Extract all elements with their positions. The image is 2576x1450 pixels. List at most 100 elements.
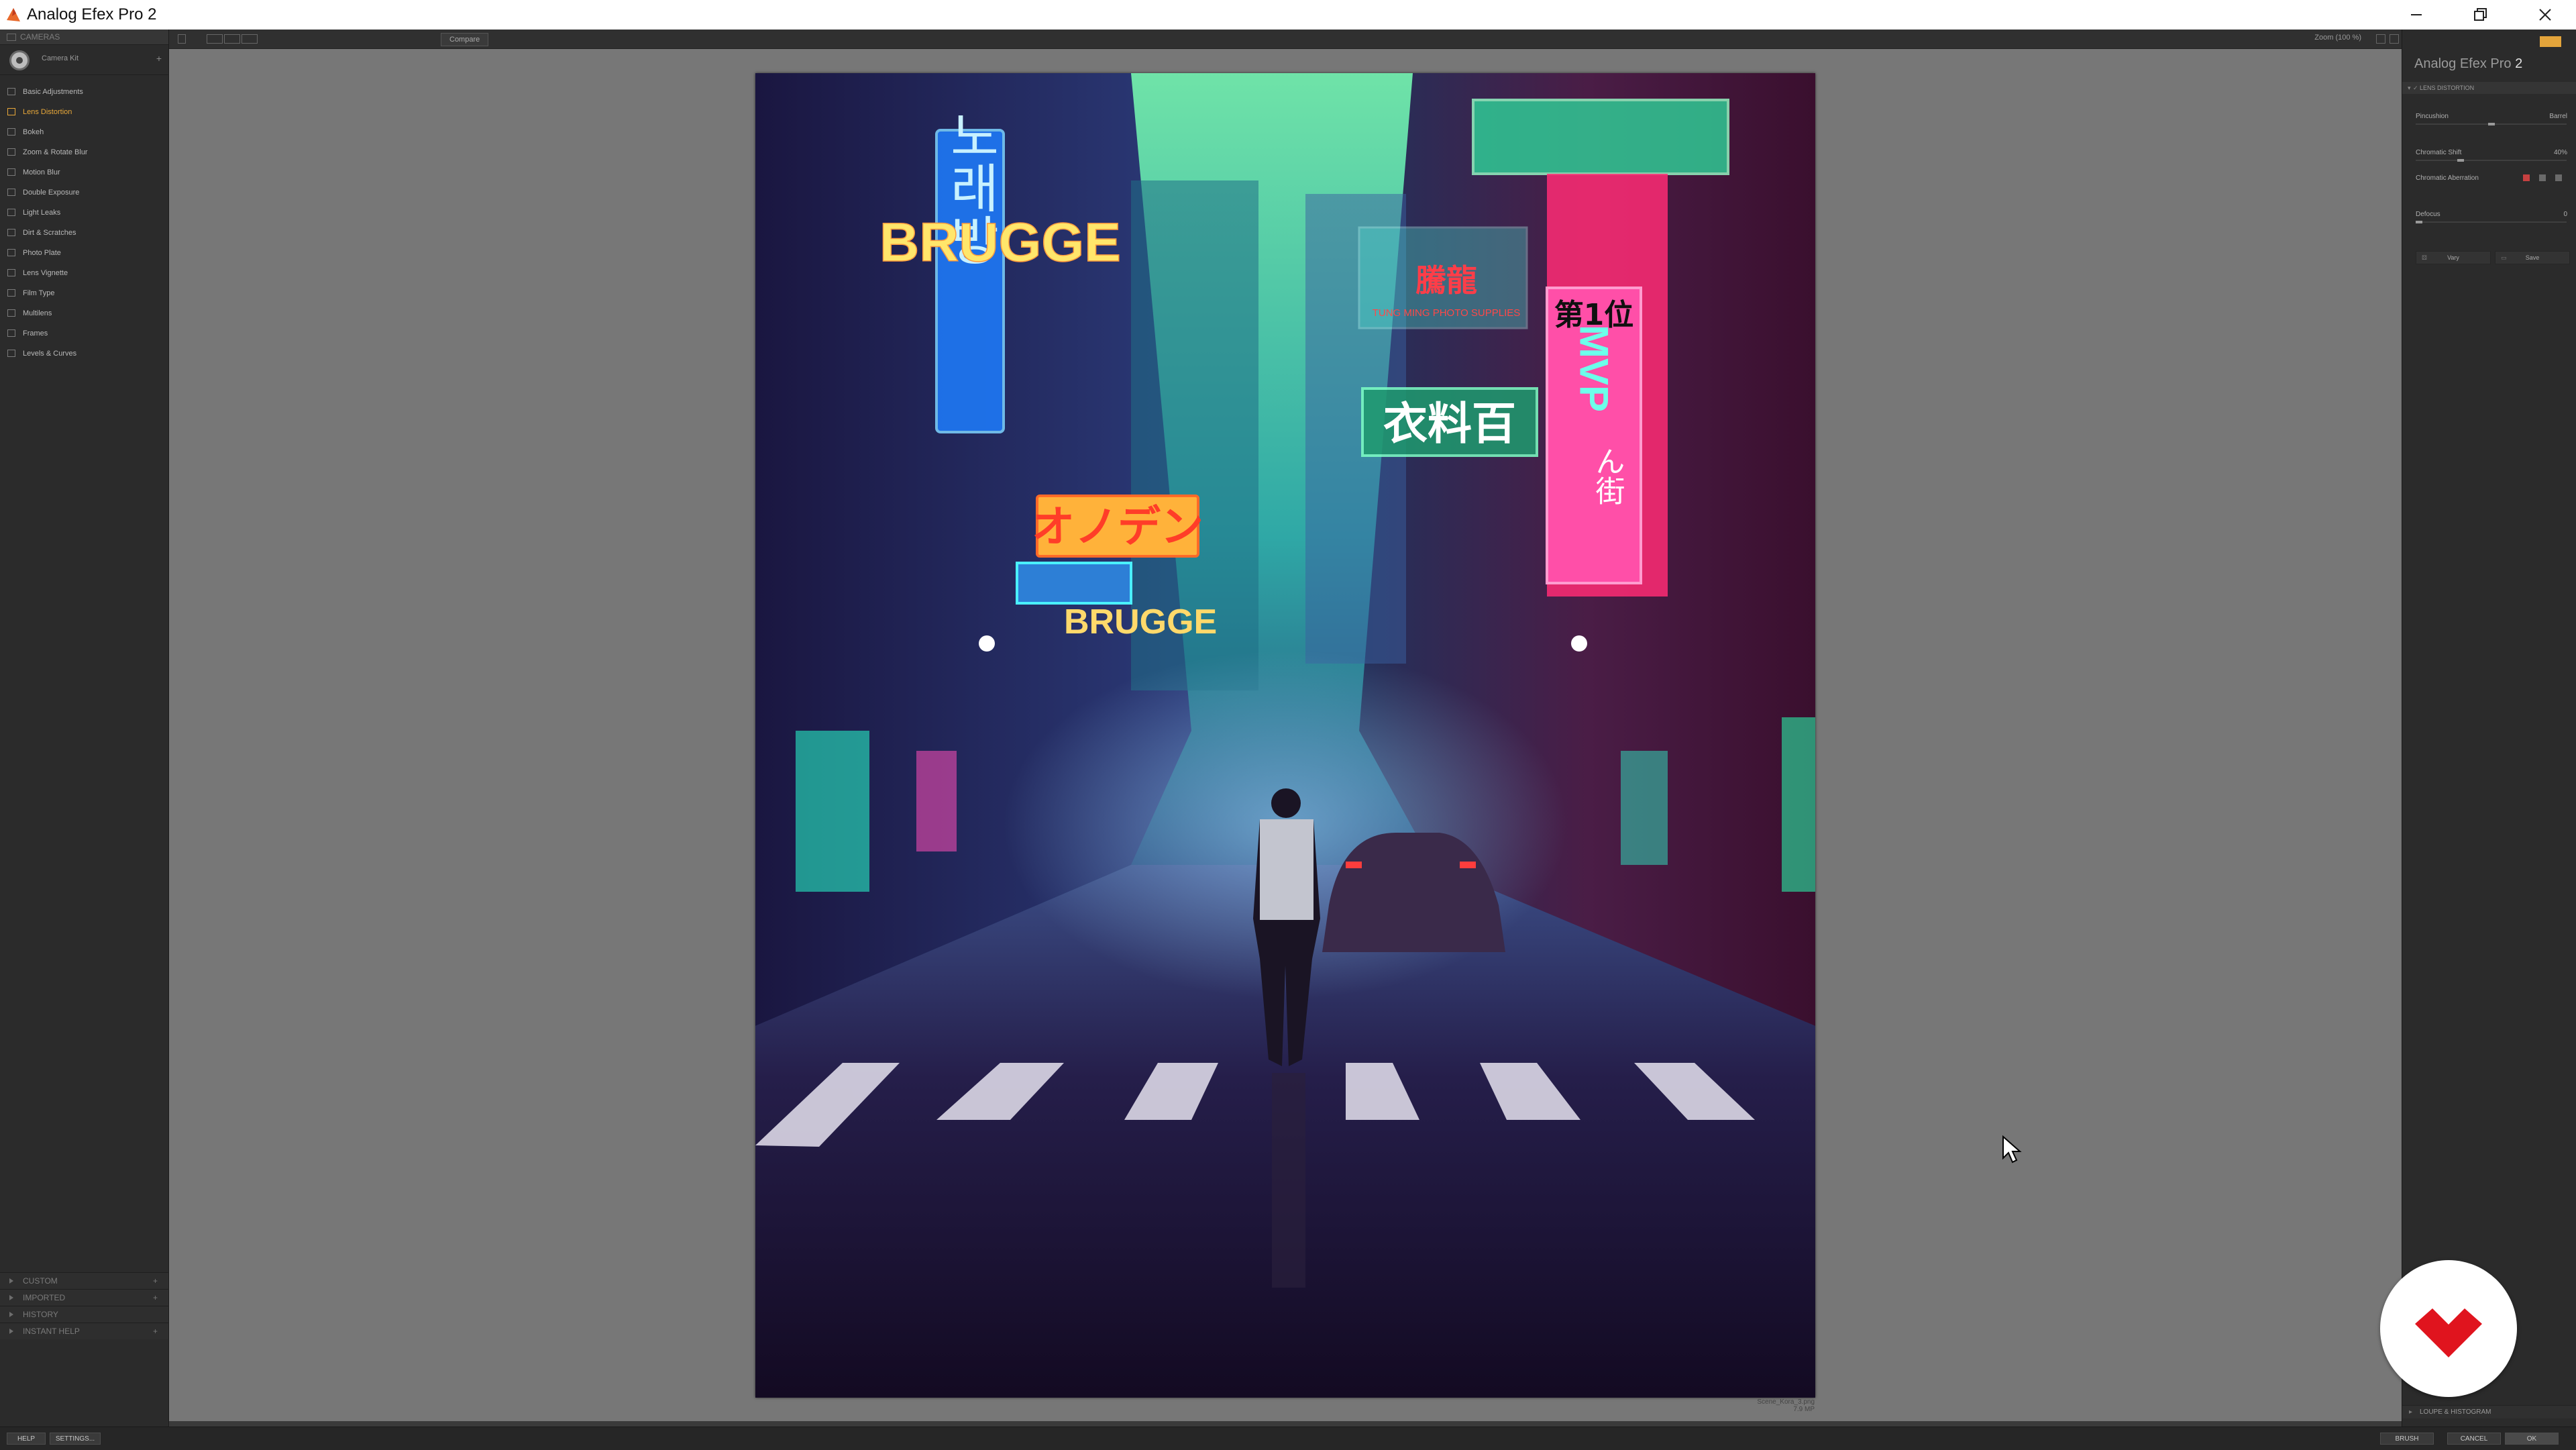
- chromatic-shift-value: 40%: [2553, 149, 2567, 156]
- distortion-slider[interactable]: [2416, 123, 2567, 125]
- save-label: Save: [2525, 254, 2540, 261]
- save-icon: ▭: [2501, 254, 2507, 261]
- aberration-green-magenta-icon[interactable]: [2539, 174, 2546, 181]
- defocus-value: 0: [2563, 211, 2567, 218]
- tool-label: Lens Vignette: [23, 269, 68, 277]
- single-view-icon[interactable]: [207, 34, 223, 44]
- cameras-icon: [7, 34, 16, 41]
- tool-item-motion-blur[interactable]: Motion Blur: [0, 162, 168, 183]
- section-collapse-icon[interactable]: ▾: [2408, 82, 2411, 94]
- panel-right-toggle-icon[interactable]: [2390, 34, 2399, 44]
- distortion-slider-handle[interactable]: [2488, 123, 2495, 125]
- tool-item-dirt-scratches[interactable]: Dirt & Scratches: [0, 223, 168, 243]
- file-name: Scene_Kora_3.png: [1757, 1398, 1815, 1406]
- minimize-icon: [2411, 14, 2422, 15]
- channel-logo-bubble: [2380, 1260, 2517, 1397]
- minimize-button[interactable]: [2385, 0, 2447, 30]
- custom-section[interactable]: CUSTOM +: [0, 1272, 168, 1289]
- instant-help-section[interactable]: INSTANT HELP +: [0, 1323, 168, 1339]
- tool-label: Lens Distortion: [23, 108, 72, 116]
- lens-distortion-section-header[interactable]: ▾ ✓ LENS DISTORTION: [2402, 82, 2576, 94]
- tool-item-lens-vignette[interactable]: Lens Vignette: [0, 263, 168, 283]
- vary-label: Vary: [2447, 254, 2459, 261]
- ok-button[interactable]: OK: [2505, 1433, 2559, 1445]
- preview-thumbnail[interactable]: [2540, 36, 2561, 47]
- tool-item-light-leaks[interactable]: Light Leaks: [0, 203, 168, 223]
- tool-icon: [7, 289, 15, 297]
- loupe-expand-icon: ▸: [2409, 1408, 2413, 1416]
- app-logo-icon: [7, 8, 20, 21]
- tool-item-levels-curves[interactable]: Levels & Curves: [0, 344, 168, 364]
- sign-mvp: MVP: [1572, 325, 1617, 412]
- mouse-cursor-icon: [2002, 1135, 2022, 1163]
- vary-button[interactable]: ⚄ Vary: [2416, 251, 2491, 264]
- tool-icon: [7, 350, 15, 357]
- file-info: Scene_Kora_3.png 7.9 MP: [1741, 1398, 1815, 1413]
- loupe-label: LOUPE & HISTOGRAM: [2420, 1408, 2491, 1416]
- vary-icon: ⚄: [2422, 254, 2427, 261]
- tool-label: Double Exposure: [23, 189, 80, 197]
- add-custom-icon[interactable]: +: [153, 1273, 158, 1289]
- imported-section[interactable]: IMPORTED +: [0, 1289, 168, 1306]
- chromatic-shift-label: Chromatic Shift: [2416, 149, 2462, 156]
- section-enable-checkbox[interactable]: ✓: [2413, 82, 2418, 94]
- cameras-header[interactable]: CAMERAS: [0, 30, 168, 45]
- expand-icon: [9, 1312, 13, 1317]
- help-toggle-icon[interactable]: +: [153, 1323, 158, 1339]
- preview-image[interactable]: 노래방 BRUGGE オノデン BRUGGE 第1位 MVP ん街 衣料百 騰龍…: [755, 73, 1815, 1398]
- left-panel: CAMERAS Camera Kit + Basic Adjustments Le…: [0, 30, 169, 1427]
- tool-label: Basic Adjustments: [23, 88, 83, 96]
- expand-icon: [9, 1329, 13, 1334]
- restore-button[interactable]: [2450, 0, 2512, 30]
- loupe-histogram-section[interactable]: ▸ LOUPE & HISTOGRAM: [2402, 1405, 2576, 1418]
- tool-item-lens-distortion[interactable]: Lens Distortion: [0, 102, 168, 122]
- close-button[interactable]: [2514, 0, 2576, 30]
- sign-clothing: 衣料百: [1383, 398, 1516, 450]
- tool-item-film-type[interactable]: Film Type: [0, 283, 168, 303]
- tool-item-basic-adjustments[interactable]: Basic Adjustments: [0, 82, 168, 102]
- camera-kit-label: Camera Kit: [42, 54, 79, 62]
- help-button[interactable]: HELP: [7, 1433, 46, 1445]
- add-imported-icon[interactable]: +: [153, 1290, 158, 1306]
- brand-title: Analog Efex Pro 2: [2414, 56, 2522, 72]
- history-section[interactable]: HISTORY: [0, 1306, 168, 1323]
- aberration-blue-yellow-icon[interactable]: [2555, 174, 2562, 181]
- aberration-red-cyan-icon[interactable]: [2523, 174, 2530, 181]
- tool-list: Basic Adjustments Lens Distortion Bokeh Zoo…: [0, 75, 168, 364]
- side-by-side-view-icon[interactable]: [241, 34, 258, 44]
- tool-item-zoom-rotate-blur[interactable]: Zoom & Rotate Blur: [0, 142, 168, 162]
- expand-icon: [9, 1278, 13, 1284]
- tool-item-double-exposure[interactable]: Double Exposure: [0, 183, 168, 203]
- bottom-sections: CUSTOM + IMPORTED + HISTORY INSTANT HELP +: [0, 1272, 168, 1339]
- add-icon[interactable]: +: [156, 53, 162, 64]
- brush-button[interactable]: BRUSH: [2380, 1433, 2434, 1445]
- camera-kit-item[interactable]: Camera Kit +: [0, 45, 168, 75]
- tool-item-bokeh[interactable]: Bokeh: [0, 122, 168, 142]
- save-button[interactable]: ▭ Save: [2495, 251, 2570, 264]
- section-title-label: LENS DISTORTION: [2420, 85, 2475, 91]
- chromatic-shift-slider[interactable]: [2416, 159, 2567, 162]
- split-view-icon[interactable]: [224, 34, 240, 44]
- barrel-label: Barrel: [2549, 113, 2567, 120]
- sign-store-en: TUNG MING PHOTO SUPPLIES: [1373, 307, 1521, 319]
- status-bar: HELP SETTINGS... BRUSH CANCEL OK: [0, 1427, 2576, 1450]
- tool-icon: [7, 148, 15, 156]
- settings-button[interactable]: SETTINGS...: [50, 1433, 101, 1445]
- defocus-handle[interactable]: [2416, 221, 2422, 223]
- cancel-button[interactable]: CANCEL: [2447, 1433, 2501, 1445]
- tool-icon: [7, 269, 15, 276]
- defocus-slider[interactable]: [2416, 221, 2567, 223]
- custom-label: CUSTOM: [23, 1276, 58, 1286]
- tool-item-photo-plate[interactable]: Photo Plate: [0, 243, 168, 263]
- tool-icon: [7, 249, 15, 256]
- chromatic-shift-handle[interactable]: [2457, 159, 2464, 162]
- expand-icon: [9, 1295, 13, 1300]
- brand-name: Analog Efex Pro: [2414, 56, 2512, 71]
- tool-item-frames[interactable]: Frames: [0, 323, 168, 344]
- tool-item-multilens[interactable]: Multilens: [0, 303, 168, 323]
- tool-label: Multilens: [23, 309, 52, 317]
- background-color-icon[interactable]: [2376, 34, 2385, 44]
- panel-toggle-icon[interactable]: [178, 34, 186, 44]
- compare-button[interactable]: Compare: [441, 33, 489, 46]
- zoom-dropdown[interactable]: Zoom (100 %): [2314, 34, 2361, 42]
